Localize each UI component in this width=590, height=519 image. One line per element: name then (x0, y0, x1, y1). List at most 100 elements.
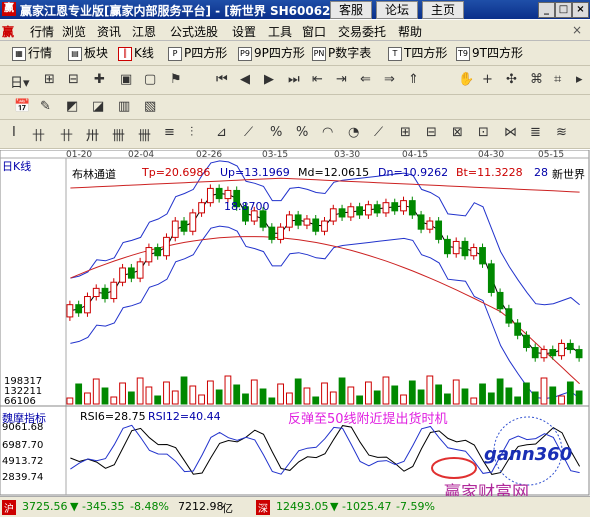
volume-bar (531, 391, 539, 405)
candle-body (285, 214, 293, 228)
tool-b-icon[interactable]: ◪ (92, 99, 104, 114)
gann-tool-6-icon[interactable]: ≡ (164, 125, 175, 140)
gann-tool-20-icon[interactable]: ≣ (530, 125, 541, 140)
menu-formula[interactable]: 公式选股 (170, 23, 218, 40)
gann-tool-9-icon[interactable]: ⟋ (244, 125, 253, 140)
prev-icon[interactable]: ◀ (240, 72, 250, 87)
volume-bar (145, 386, 153, 405)
chart-area[interactable]: 01-20 02-04 02-26 03-15 03-30 04-15 04-3… (0, 149, 590, 517)
toolbar-t-square[interactable]: T T四方形 (388, 44, 447, 61)
gann-fan-icon[interactable]: ⊞ (44, 72, 55, 87)
minimize-button[interactable]: _ (538, 2, 555, 18)
more-icon[interactable]: ▸ (576, 72, 583, 87)
menu-settings[interactable]: 设置 (232, 23, 256, 40)
pattern-icon[interactable]: ⌘ (530, 72, 543, 87)
gann-tool-4-icon[interactable]: 卌 (112, 125, 125, 144)
gann-tool-10-icon[interactable]: % (270, 125, 282, 140)
menu-quotes[interactable]: 行情 (30, 23, 54, 40)
toolbar-kline[interactable]: ║ K线 (118, 44, 154, 61)
volume-bar (487, 392, 495, 405)
volume-bar (303, 387, 311, 405)
gann-tool-14-icon[interactable]: ⟋ (374, 125, 383, 140)
gann-tool-12-icon[interactable]: ◠ (322, 125, 333, 140)
toolbar-9p-square[interactable]: P9 9P四方形 (238, 44, 305, 61)
flag-icon[interactable]: ⚑ (170, 72, 182, 87)
candle-body (514, 322, 522, 336)
menu-help[interactable]: 帮助 (398, 23, 422, 40)
candle-body (303, 218, 311, 226)
menu-window[interactable]: 窗口 (302, 23, 326, 40)
gann-tool-11-icon[interactable]: % (296, 125, 308, 140)
candle-body (338, 208, 346, 218)
menu-close-icon[interactable]: × (572, 23, 582, 37)
gann-tool-17-icon[interactable]: ⊠ (452, 125, 463, 140)
candle-body (268, 226, 276, 240)
toolbar-quotes[interactable]: ▦ 行情 (12, 44, 52, 61)
menu-gann[interactable]: 江恩 (132, 23, 156, 40)
gann-tool-1-icon[interactable]: 卄 (32, 125, 45, 144)
volume-bar (496, 378, 504, 405)
candle-body (400, 200, 407, 212)
draw-icon[interactable]: ✎ (40, 99, 51, 114)
gann-tool-13-icon[interactable]: ◔ (348, 125, 359, 140)
first-icon[interactable]: ⏮ (216, 72, 228, 87)
volume-bar (75, 383, 83, 405)
hand-icon[interactable]: ✋ (458, 72, 474, 87)
toolbar-9t-square[interactable]: T9 9T四方形 (456, 44, 523, 61)
next-icon[interactable]: ▶ (264, 72, 274, 87)
candle-body (145, 247, 153, 263)
candle-body (426, 220, 434, 230)
tab-service[interactable]: 客服 (330, 1, 372, 19)
toolbar-p-number[interactable]: PN P数字表 (312, 44, 371, 61)
gann-tool-3-icon[interactable]: 卅 (86, 125, 99, 144)
toolbar-block[interactable]: ▤ 板块 (68, 44, 108, 61)
volume-bar (66, 397, 74, 405)
calendar-icon[interactable]: 📅 (14, 99, 30, 114)
gann-tool-15-icon[interactable]: ⊞ (400, 125, 411, 140)
shrink-icon[interactable]: ⇤ (312, 72, 323, 87)
date-tick: 02-04 (128, 150, 155, 160)
menu-trade[interactable]: 交易委托 (338, 23, 386, 40)
gann-tool-19-icon[interactable]: ⋈ (504, 125, 517, 140)
chart-type-icon[interactable]: ⊟ (68, 72, 79, 87)
kline-icon: ║ (118, 46, 132, 61)
gann-tool-8-icon[interactable]: ⊿ (216, 125, 227, 140)
gann-tool-18-icon[interactable]: ⊡ (478, 125, 489, 140)
close-button[interactable]: × (572, 2, 589, 18)
align-right-icon[interactable]: ⇒ (384, 72, 395, 87)
gann-tool-21-icon[interactable]: ≋ (556, 125, 567, 140)
expand-icon[interactable]: ⇥ (336, 72, 347, 87)
tab-home[interactable]: 主页 (422, 1, 464, 19)
period-dropdown-icon[interactable]: 日▾ (10, 72, 30, 91)
crosshair-icon[interactable]: + (482, 72, 493, 87)
candle-body (461, 240, 469, 257)
tool-d-icon[interactable]: ▧ (144, 99, 156, 114)
period-label: 日K线 (2, 160, 32, 173)
align-left-icon[interactable]: ⇐ (360, 72, 371, 87)
toolbar-p-square[interactable]: P P四方形 (168, 44, 227, 61)
menu-tools[interactable]: 工具 (268, 23, 292, 40)
gann-tool-5-icon[interactable]: 卌 (138, 125, 151, 144)
sz-value: 12493.05 (276, 500, 329, 513)
gann-tool-2-icon[interactable]: 卄 (60, 125, 73, 144)
gann-tool-16-icon[interactable]: ⊟ (426, 125, 437, 140)
up-icon[interactable]: ⇑ (408, 72, 419, 87)
gann-tool-7-icon[interactable]: ⫶ (190, 125, 193, 140)
app-menu-icon[interactable]: 赢 (2, 23, 14, 40)
zoom-icon[interactable]: ✚ (94, 72, 105, 87)
tool-c-icon[interactable]: ▥ (118, 99, 130, 114)
volume-bar (400, 394, 407, 405)
last-icon[interactable]: ⏭ (288, 72, 300, 87)
maximize-button[interactable]: □ (555, 2, 572, 18)
sz-icon: 深 (256, 500, 270, 515)
tool-a-icon[interactable]: ◩ (66, 99, 78, 114)
table-icon[interactable]: ▣ (120, 72, 132, 87)
candle-body (391, 202, 399, 212)
cursor-icon[interactable]: I (12, 125, 16, 140)
menu-browse[interactable]: 浏览 (62, 23, 86, 40)
cross-arrows-icon[interactable]: ✣ (506, 72, 517, 87)
square-icon[interactable]: ▢ (144, 72, 156, 87)
pattern2-icon[interactable]: ⌗ (554, 72, 561, 87)
menu-info[interactable]: 资讯 (97, 23, 121, 40)
tab-forum[interactable]: 论坛 (376, 1, 418, 19)
